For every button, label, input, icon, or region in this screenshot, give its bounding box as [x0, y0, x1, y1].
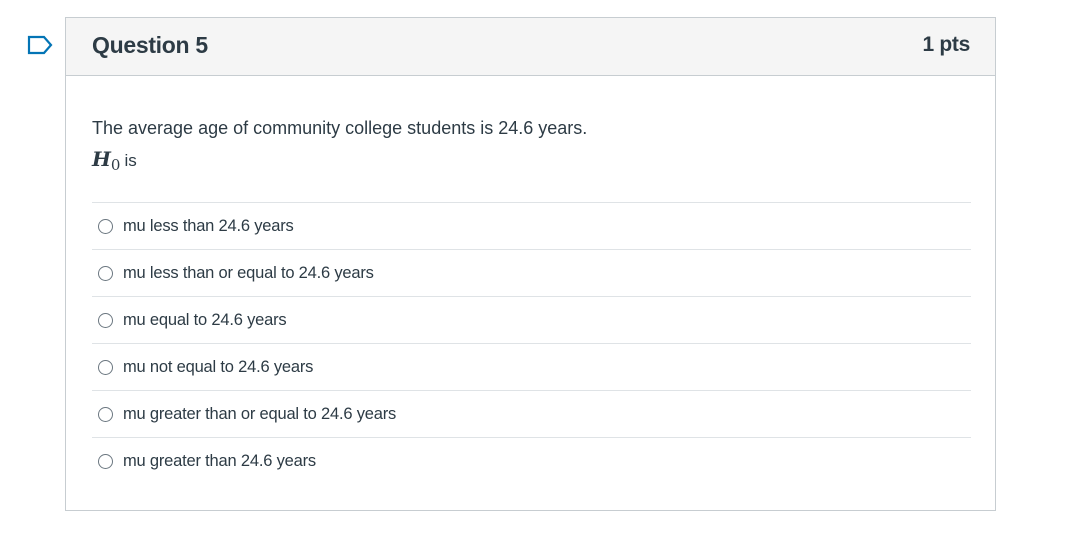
- radio-button[interactable]: [98, 454, 113, 469]
- answer-option[interactable]: mu less than 24.6 years: [92, 203, 971, 250]
- answer-label: mu greater than 24.6 years: [123, 452, 316, 470]
- radio-button[interactable]: [98, 265, 113, 281]
- answer-option[interactable]: mu equal to 24.6 years: [92, 297, 971, 344]
- math-symbol: H: [92, 147, 111, 171]
- answer-label: mu greater than or equal to 24.6 years: [123, 404, 397, 423]
- radio-button[interactable]: [98, 406, 113, 422]
- question-title: Question 5: [92, 32, 208, 58]
- radio-button[interactable]: [98, 218, 113, 234]
- radio-button[interactable]: [98, 312, 113, 328]
- answer-option[interactable]: mu not equal to 24.6 years: [92, 344, 971, 391]
- answer-label: mu equal to 24.6 years: [123, 310, 287, 329]
- question-text: The average age of community college stu…: [92, 118, 588, 138]
- math-rest-text: is: [124, 151, 137, 170]
- answer-label: mu less than or equal to 24.6 years: [123, 263, 374, 282]
- answer-option[interactable]: mu greater than 24.6 years: [92, 438, 971, 485]
- radio-button[interactable]: [98, 359, 113, 375]
- answer-list: mu less than 24.6 years mu less than or …: [92, 202, 971, 485]
- answer-label: mu less than 24.6 years: [123, 216, 294, 235]
- question-card: Question 5 1 pts The average age of comm…: [65, 17, 996, 511]
- question-header: Question 5 1 pts: [66, 18, 995, 76]
- math-subscript: 0: [110, 156, 121, 174]
- question-math: H0 is: [92, 147, 137, 174]
- question-points: 1 pts: [922, 33, 970, 56]
- answer-label: mu not equal to 24.6 years: [123, 357, 314, 376]
- flag-question-icon[interactable]: [27, 35, 54, 55]
- answer-option[interactable]: mu greater than or equal to 24.6 years: [92, 391, 971, 438]
- answer-option[interactable]: mu less than or equal to 24.6 years: [92, 250, 971, 297]
